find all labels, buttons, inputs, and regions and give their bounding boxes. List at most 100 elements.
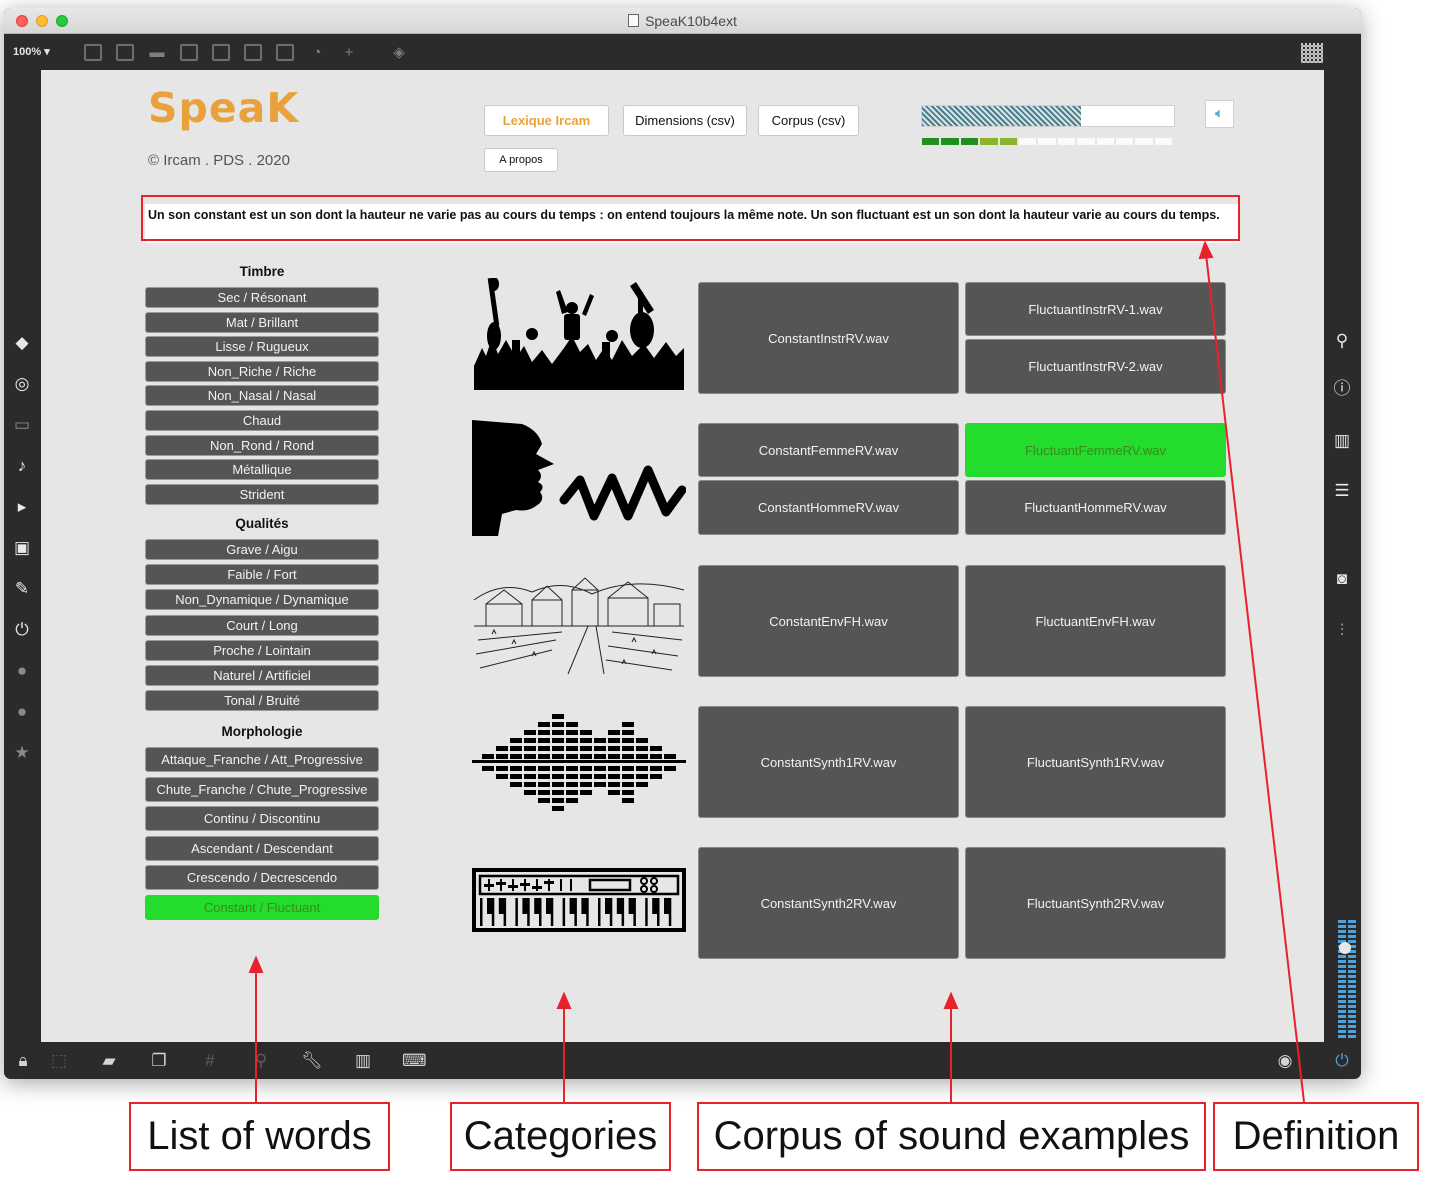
toggle-icon[interactable] [212, 44, 230, 61]
instruments-category-image[interactable] [472, 278, 686, 390]
word-button[interactable]: Court / Long [145, 614, 379, 636]
word-button[interactable]: Constant / Fluctuant [145, 894, 379, 920]
word-button[interactable]: Chute_Franche / Chute_Progressive [145, 776, 379, 802]
word-button[interactable]: Non_Nasal / Nasal [145, 385, 379, 407]
dimensions-csv-button[interactable]: Dimensions (csv) [623, 105, 747, 136]
vst-icon[interactable]: ● [11, 660, 33, 682]
left-sidebar: ◆ ◎ ▭ ♪ ▸ ▣ ✎ ⏻ ● ● ★ [4, 70, 41, 1042]
piano-icon[interactable]: ▥ [352, 1050, 374, 1072]
sound-constant-femme[interactable]: ConstantFemmeRV.wav [698, 423, 959, 477]
packages-icon[interactable]: ◆ [11, 332, 33, 354]
voice-category-image[interactable] [472, 420, 686, 536]
level-led [922, 138, 940, 145]
presentation-icon[interactable]: ▰ [98, 1050, 120, 1072]
power-icon[interactable]: ⏻ [1331, 1050, 1353, 1072]
dial-icon[interactable]: ◔ [308, 44, 326, 62]
message-box-icon[interactable] [180, 44, 198, 61]
synth2-category-image[interactable] [472, 868, 686, 932]
music-note-icon[interactable]: ♪ [11, 455, 33, 477]
sound-fluctuant-env[interactable]: FluctuantEnvFH.wav [965, 565, 1226, 677]
word-button[interactable]: Non_Rond / Rond [145, 434, 379, 456]
mixer-icon[interactable]: ⫶ [1331, 620, 1353, 642]
level-led [1018, 138, 1037, 145]
playback-progress-bar[interactable] [921, 105, 1175, 127]
sound-fluctuant-instr-2[interactable]: FluctuantInstrRV-2.wav [965, 339, 1226, 394]
word-button[interactable]: Mat / Brillant [145, 311, 379, 333]
inspector-icon[interactable]: ▭ [11, 414, 33, 436]
plug-icon[interactable]: ⏻ [11, 619, 33, 641]
volume-knob[interactable] [1339, 942, 1351, 954]
definition-highlight-rect [141, 195, 1240, 241]
window-title: SpeaK10b4ext [4, 13, 1361, 29]
paperclip-icon[interactable]: ✎ [11, 578, 33, 600]
presentation-mode-icon[interactable] [84, 44, 102, 61]
word-button[interactable]: Ascendant / Descendant [145, 835, 379, 861]
apropos-button[interactable]: A propos [484, 148, 558, 172]
word-button[interactable]: Crescendo / Decrescendo [145, 865, 379, 890]
word-button[interactable]: Grave / Aigu [145, 539, 379, 560]
zoom-dropdown[interactable]: 100% ▾ [13, 45, 50, 58]
play-icon[interactable]: ◉ [1274, 1050, 1296, 1072]
sound-fluctuant-homme[interactable]: FluctuantHommeRV.wav [965, 480, 1226, 535]
level-led [1077, 138, 1095, 145]
select-icon[interactable]: ⬚ [48, 1050, 70, 1072]
sound-constant-synth2[interactable]: ConstantSynth2RV.wav [698, 847, 959, 959]
level-led [1154, 138, 1173, 145]
paint-bucket-icon[interactable]: ◈ [390, 44, 408, 62]
split-view-icon[interactable]: ▥ [1331, 430, 1353, 452]
word-button[interactable]: Métallique [145, 459, 379, 481]
word-button[interactable]: Faible / Fort [145, 564, 379, 586]
word-button[interactable]: Lisse / Rugueux [145, 336, 379, 358]
sound-fluctuant-instr-1[interactable]: FluctuantInstrRV-1.wav [965, 282, 1226, 336]
add-object-icon[interactable]: + [340, 44, 358, 62]
target-icon[interactable]: ◎ [11, 373, 33, 395]
corpus-csv-button[interactable]: Corpus (csv) [758, 105, 859, 136]
sound-constant-instr[interactable]: ConstantInstrRV.wav [698, 282, 959, 394]
word-button[interactable]: Proche / Lointain [145, 639, 379, 661]
sound-constant-synth1[interactable]: ConstantSynth1RV.wav [698, 706, 959, 818]
annotation-categories: Categories [450, 1102, 671, 1171]
word-button[interactable]: Non_Dynamique / Dynamique [145, 589, 379, 611]
lexique-ircam-button[interactable]: Lexique Ircam [484, 105, 609, 136]
image-icon[interactable]: ▣ [11, 537, 33, 559]
comment-icon[interactable]: ▬ [148, 44, 166, 62]
lock-icon[interactable]: 🔒︎ [12, 1050, 34, 1072]
word-button[interactable]: Sec / Résonant [145, 287, 379, 308]
word-button[interactable]: Continu / Discontinu [145, 806, 379, 831]
sound-constant-env[interactable]: ConstantEnvFH.wav [698, 565, 959, 677]
pin-icon[interactable]: ⚲ [250, 1050, 272, 1072]
button-object-icon[interactable] [244, 44, 262, 61]
synth1-category-image[interactable] [472, 710, 686, 814]
environment-category-image[interactable] [472, 570, 686, 674]
slider-object-icon[interactable] [276, 44, 294, 61]
patcher-window-icon[interactable] [116, 44, 134, 61]
word-button[interactable]: Tonal / Bruité [145, 690, 379, 712]
list-icon[interactable]: ☰ [1331, 480, 1353, 502]
sound-constant-homme[interactable]: ConstantHommeRV.wav [698, 480, 959, 535]
snapshot-icon[interactable]: ◙ [1331, 568, 1353, 590]
word-button[interactable]: Naturel / Artificiel [145, 665, 379, 686]
word-button[interactable]: Attaque_Franche / Att_Progressive [145, 747, 379, 772]
keyboard-icon[interactable]: ⌨ [402, 1050, 427, 1072]
level-led [941, 138, 959, 145]
wrench-icon[interactable]: 🔧︎ [301, 1050, 323, 1072]
grid-snap-icon[interactable]: # [199, 1050, 221, 1072]
sound-fluctuant-synth1[interactable]: FluctuantSynth1RV.wav [965, 706, 1226, 818]
search-icon[interactable]: ⚲ [1331, 330, 1353, 352]
speaker-icon[interactable]: 🔈︎ [1205, 100, 1234, 128]
grid-icon[interactable] [1301, 43, 1323, 63]
star-icon[interactable]: ★ [11, 742, 33, 764]
bottom-toolbar: 🔒︎ ⬚ ▰ ❐ # ⚲ 🔧︎ ▥ ⌨ ◉ ⏻ [4, 1042, 1361, 1079]
sound-fluctuant-synth2[interactable]: FluctuantSynth2RV.wav [965, 847, 1226, 959]
level-led [1057, 138, 1076, 145]
toolbar: 100% ▾ ▬ ◔ + ◈ [4, 34, 1361, 70]
word-button[interactable]: Strident [145, 483, 379, 505]
video-icon[interactable]: ▸ [11, 496, 33, 518]
info-circle-icon[interactable]: ● [11, 701, 33, 723]
word-button[interactable]: Non_Riche / Riche [145, 360, 379, 382]
level-led [1096, 138, 1114, 145]
windows-icon[interactable]: ❐ [148, 1050, 170, 1072]
sound-fluctuant-femme[interactable]: FluctuantFemmeRV.wav [965, 423, 1226, 477]
info-icon[interactable]: ⓘ [1331, 378, 1353, 400]
word-button[interactable]: Chaud [145, 410, 379, 431]
